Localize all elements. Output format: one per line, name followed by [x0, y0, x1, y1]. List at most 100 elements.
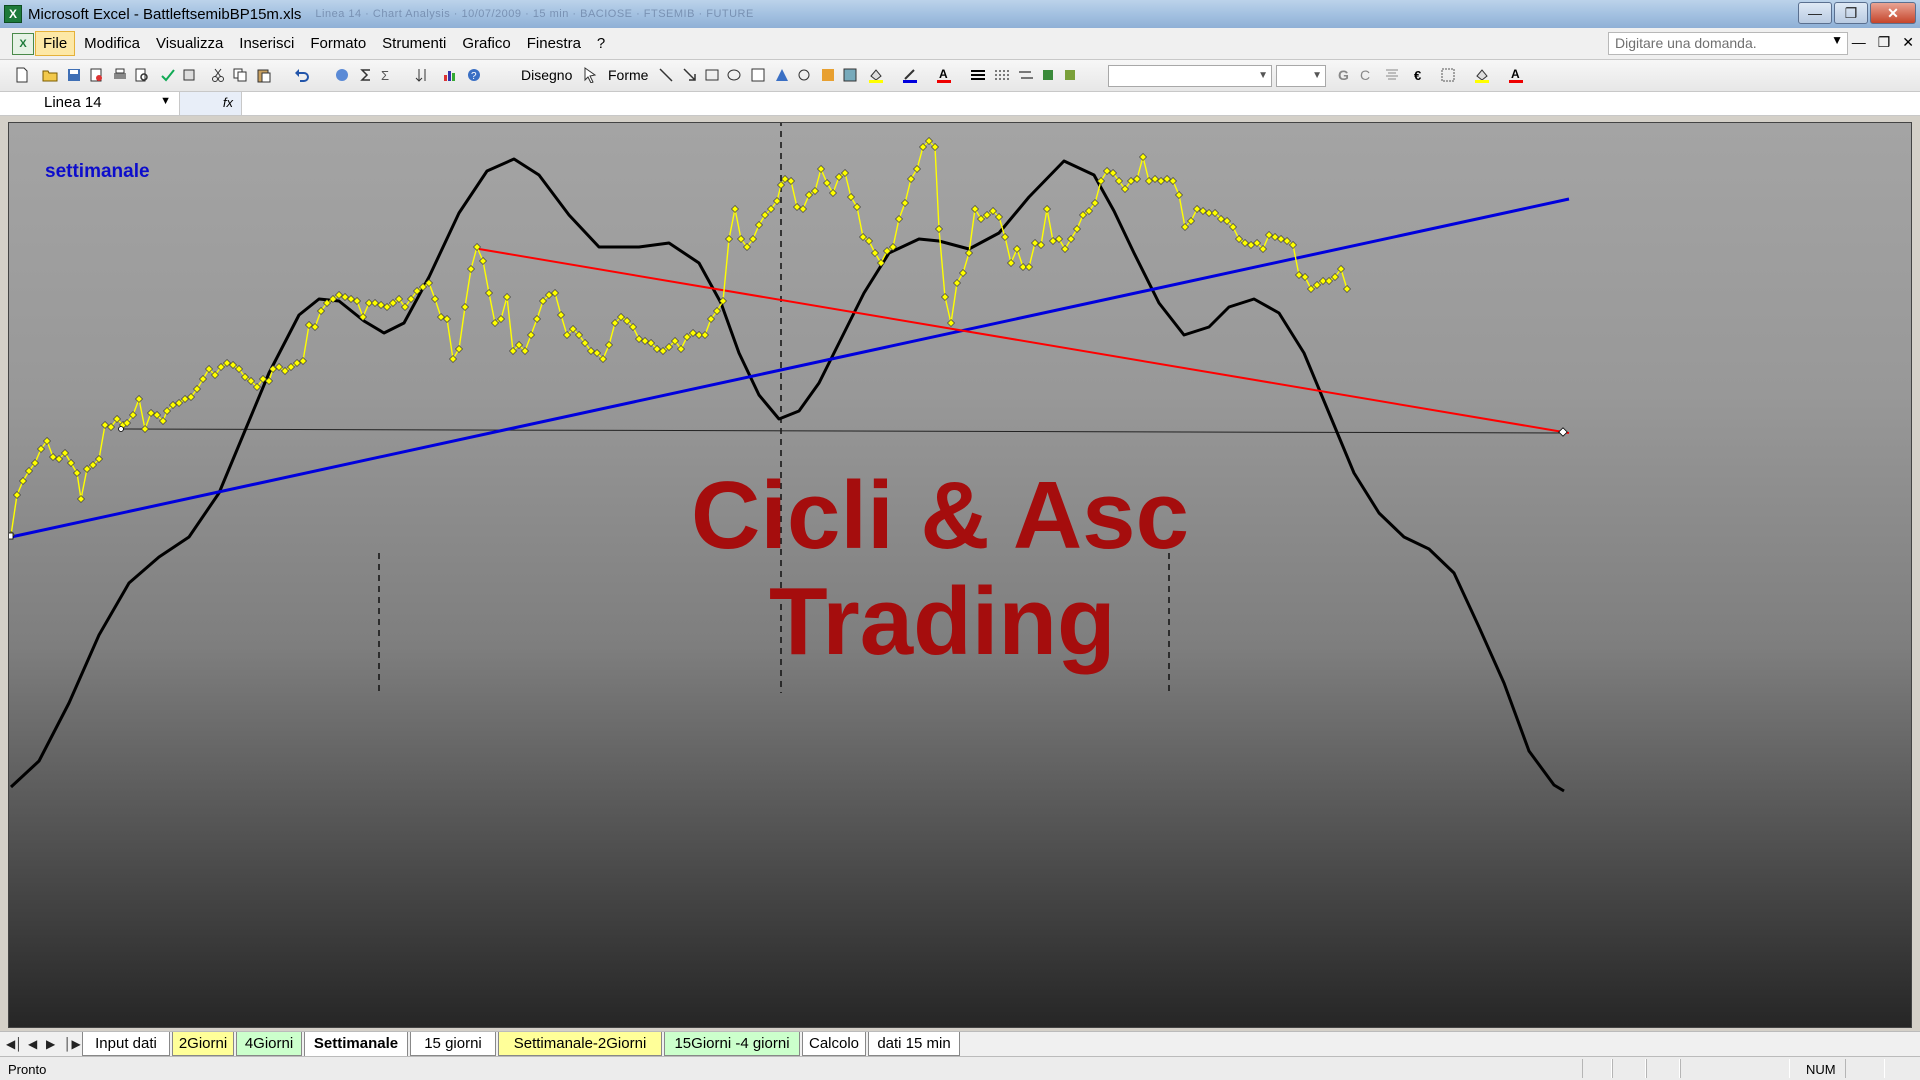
menu-grafico[interactable]: Grafico: [455, 32, 517, 55]
minimize-button[interactable]: —: [1798, 2, 1832, 24]
print-preview-icon[interactable]: [134, 67, 150, 83]
prev-sheet-icon[interactable]: ◀: [28, 1037, 37, 1051]
undo-icon[interactable]: [294, 67, 310, 83]
spelling-icon[interactable]: [160, 67, 176, 83]
arrow-style-icon[interactable]: [1018, 67, 1034, 83]
font-size-combo[interactable]: ▼: [1276, 65, 1326, 87]
restore-button[interactable]: ❐: [1834, 2, 1868, 24]
rectangle-tool-icon[interactable]: [704, 67, 720, 83]
chart-wizard-icon[interactable]: [442, 67, 458, 83]
menu-modifica[interactable]: Modifica: [77, 32, 147, 55]
diagram-icon[interactable]: [796, 67, 812, 83]
num-lock-indicator: NUM: [1806, 1062, 1836, 1077]
price-marker: [199, 375, 207, 383]
chevron-down-icon[interactable]: ▼: [1258, 70, 1268, 81]
chart-area[interactable]: settimanale Cicli & Asc Trading: [8, 122, 1912, 1028]
menu-inserisci[interactable]: Inserisci: [232, 32, 301, 55]
last-sheet-icon[interactable]: │▶: [64, 1037, 81, 1051]
cell-fill-color-icon[interactable]: [1474, 67, 1490, 83]
menu-visualizza[interactable]: Visualizza: [149, 32, 230, 55]
font-color-icon[interactable]: A: [936, 67, 952, 83]
price-marker: [731, 205, 739, 213]
sheet-tab[interactable]: 15 giorni: [410, 1032, 496, 1056]
insert-function-button[interactable]: fx: [180, 92, 242, 115]
hyperlink-icon[interactable]: [334, 67, 350, 83]
name-box[interactable]: Linea 14 ▼: [0, 92, 180, 115]
price-marker: [787, 177, 795, 185]
autoshapes-menu[interactable]: Forme: [608, 67, 648, 83]
permission-icon[interactable]: [88, 67, 104, 83]
sheet-tab[interactable]: 2Giorni: [172, 1032, 234, 1056]
menu-finestra[interactable]: Finestra: [520, 32, 588, 55]
sheet-tab[interactable]: Settimanale-2Giorni: [498, 1032, 662, 1056]
chevron-down-icon[interactable]: ▼: [1312, 70, 1322, 81]
sheet-tab[interactable]: Settimanale: [304, 1032, 408, 1056]
align-center-icon[interactable]: [1384, 67, 1400, 83]
euro-icon[interactable]: €: [1412, 67, 1428, 83]
price-marker: [941, 293, 949, 301]
price-marker: [1043, 205, 1051, 213]
italic-button[interactable]: C: [1360, 67, 1370, 83]
open-folder-icon[interactable]: [42, 67, 58, 83]
price-marker: [635, 335, 643, 343]
insert-picture-icon[interactable]: [842, 67, 858, 83]
menu-file[interactable]: File: [35, 31, 76, 56]
print-icon[interactable]: [112, 67, 128, 83]
line-color-icon[interactable]: [902, 67, 918, 83]
new-file-icon[interactable]: [14, 67, 30, 83]
close-button[interactable]: ✕: [1870, 2, 1916, 24]
price-marker: [1151, 175, 1159, 183]
menu-help[interactable]: ?: [590, 32, 612, 55]
sheet-tab[interactable]: Calcolo: [802, 1032, 866, 1056]
sort-icon[interactable]: [414, 67, 430, 83]
excel-app-icon[interactable]: X: [4, 5, 22, 23]
line-style-icon[interactable]: [970, 67, 986, 83]
sigma-icon[interactable]: Σ: [378, 67, 394, 83]
select-pointer-icon[interactable]: [582, 67, 598, 83]
chevron-down-icon[interactable]: ▼: [1831, 33, 1843, 47]
shadow-style-icon[interactable]: [1040, 67, 1056, 83]
doc-minimize-button[interactable]: —: [1852, 34, 1866, 51]
clipart-icon[interactable]: [820, 67, 836, 83]
line-tool-icon[interactable]: [658, 67, 674, 83]
fill-color-icon[interactable]: [868, 67, 884, 83]
next-sheet-icon[interactable]: ▶: [46, 1037, 55, 1051]
paste-icon[interactable]: [256, 67, 272, 83]
workbook-icon[interactable]: X: [12, 32, 34, 55]
oval-tool-icon[interactable]: [726, 67, 742, 83]
doc-close-button[interactable]: ✕: [1902, 34, 1914, 51]
ask-question-input[interactable]: Digitare una domanda. ▼: [1608, 32, 1848, 55]
chevron-down-icon[interactable]: ▼: [160, 95, 171, 107]
bold-button[interactable]: G: [1338, 67, 1349, 83]
menu-strumenti[interactable]: Strumenti: [375, 32, 453, 55]
draw-menu[interactable]: Disegno: [521, 67, 572, 83]
price-marker: [1295, 271, 1303, 279]
font-name-combo[interactable]: ▼: [1108, 65, 1272, 87]
save-icon[interactable]: [66, 67, 82, 83]
price-marker: [895, 215, 903, 223]
sheet-tab[interactable]: dati 15 min: [868, 1032, 960, 1056]
research-icon[interactable]: [182, 67, 198, 83]
sheet-tab[interactable]: 4Giorni: [236, 1032, 302, 1056]
3d-style-icon[interactable]: [1062, 67, 1078, 83]
autosum-icon[interactable]: [358, 67, 374, 83]
doc-restore-button[interactable]: ❐: [1878, 34, 1891, 51]
wordart-icon[interactable]: [774, 67, 790, 83]
cell-font-color-icon[interactable]: A: [1508, 67, 1524, 83]
sheet-tab[interactable]: 15Giorni -4 giorni: [664, 1032, 800, 1056]
textbox-tool-icon[interactable]: [750, 67, 766, 83]
menu-formato[interactable]: Formato: [303, 32, 373, 55]
dash-style-icon[interactable]: [994, 67, 1010, 83]
cut-icon[interactable]: [210, 67, 226, 83]
copy-icon[interactable]: [232, 67, 248, 83]
first-sheet-icon[interactable]: ◀│: [6, 1037, 23, 1051]
price-marker: [353, 297, 361, 305]
arrow-tool-icon[interactable]: [682, 67, 698, 83]
price-marker: [971, 205, 979, 213]
price-marker: [19, 477, 27, 485]
price-marker: [907, 175, 915, 183]
sheet-tab[interactable]: Input dati: [82, 1032, 170, 1056]
help-icon[interactable]: ?: [466, 67, 482, 83]
borders-icon[interactable]: [1440, 67, 1456, 83]
svg-text:Σ: Σ: [381, 68, 389, 83]
